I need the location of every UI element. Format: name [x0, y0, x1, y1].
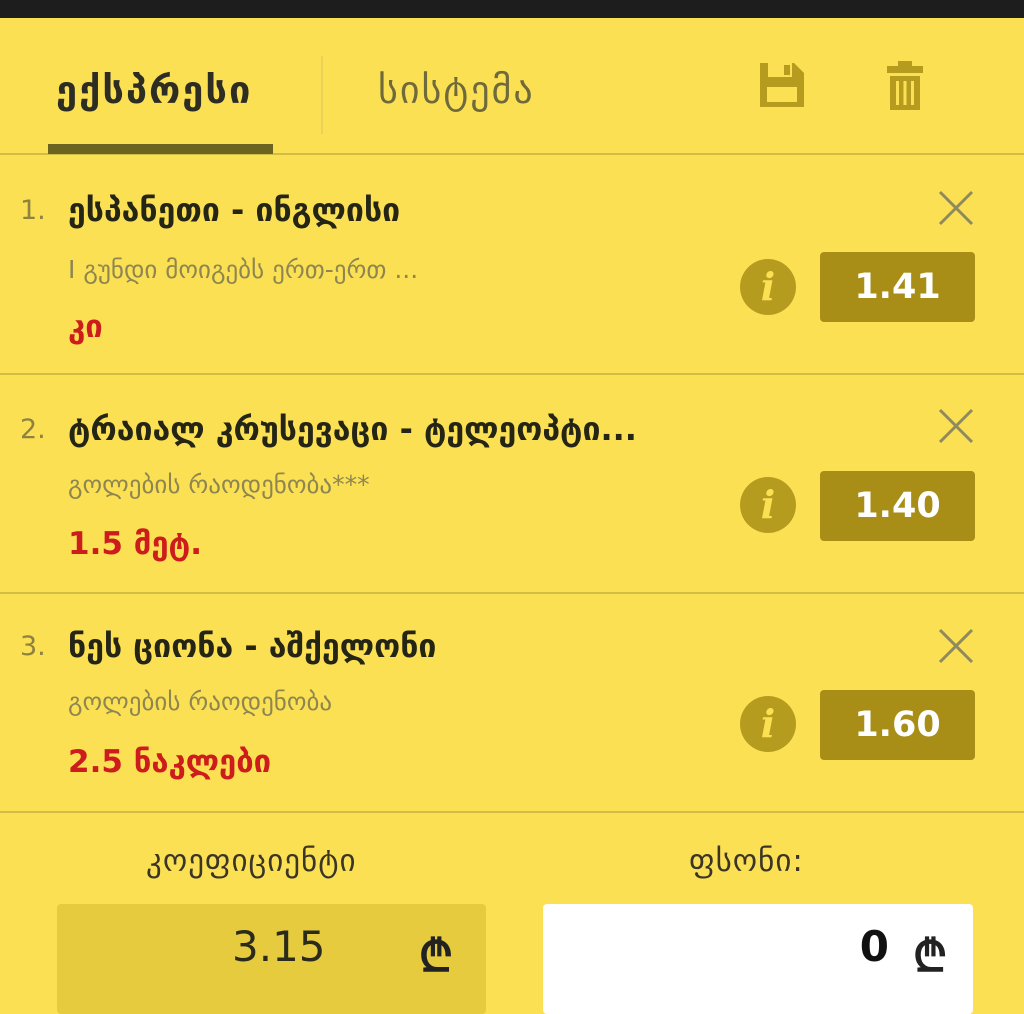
trash-icon[interactable]	[887, 61, 923, 115]
bet-market: I გუნდი მოიგებს ერთ-ერთ ...	[68, 255, 419, 284]
info-icon[interactable]: i	[740, 696, 796, 752]
stake-value: 0	[859, 922, 889, 971]
tab-system[interactable]: სისტემა	[378, 68, 535, 112]
odds-button[interactable]: 1.40	[820, 471, 975, 541]
stake-label: ფსონი:	[689, 843, 804, 879]
bet-number: 1.	[20, 195, 46, 226]
top-status-bar	[0, 0, 1024, 18]
total-coefficient-value: 3.15	[232, 922, 326, 971]
bet-market: გოლების რაოდენობა***	[68, 470, 370, 499]
bet-market: გოლების რაოდენობა	[68, 687, 333, 716]
bet-title: ნეს ციონა - აშქელონი	[68, 627, 437, 665]
info-icon[interactable]: i	[740, 259, 796, 315]
save-icon[interactable]	[758, 61, 806, 113]
tab-divider	[321, 56, 323, 134]
bet-item: 1. ესპანეთი - ინგლისი I გუნდი მოიგებს ერ…	[0, 155, 1024, 375]
total-coefficient-box: 3.15 ₾	[57, 904, 486, 1014]
tab-express[interactable]: ექსპრესი	[56, 68, 252, 112]
bet-title: ტრაიალ კრუსევაცი - ტელეოპტი...	[68, 410, 637, 448]
odds-button[interactable]: 1.60	[820, 690, 975, 760]
close-icon[interactable]	[937, 407, 975, 445]
info-icon[interactable]: i	[740, 477, 796, 533]
bet-title: ესპანეთი - ინგლისი	[68, 191, 401, 229]
betslip-tabs: ექსპრესი სისტემა	[0, 18, 1024, 155]
active-tab-indicator	[48, 144, 273, 154]
bet-number: 2.	[20, 414, 46, 445]
bet-selection: კი	[68, 309, 103, 345]
bet-item: 2. ტრაიალ კრუსევაცი - ტელეოპტი... გოლები…	[0, 374, 1024, 594]
bet-selection: 2.5 ნაკლები	[68, 744, 272, 780]
bet-item: 3. ნეს ციონა - აშქელონი გოლების რაოდენობ…	[0, 593, 1024, 813]
close-icon[interactable]	[937, 627, 975, 665]
bet-number: 3.	[20, 631, 46, 662]
bet-selection: 1.5 მეტ.	[68, 526, 203, 562]
stake-input[interactable]: 0 ₾	[543, 904, 973, 1014]
lari-currency-icon: ₾	[913, 931, 947, 982]
close-icon[interactable]	[937, 189, 975, 227]
lari-currency-icon: ₾	[419, 931, 453, 982]
odds-button[interactable]: 1.41	[820, 252, 975, 322]
coefficient-label: კოეფიციენტი	[146, 843, 357, 879]
